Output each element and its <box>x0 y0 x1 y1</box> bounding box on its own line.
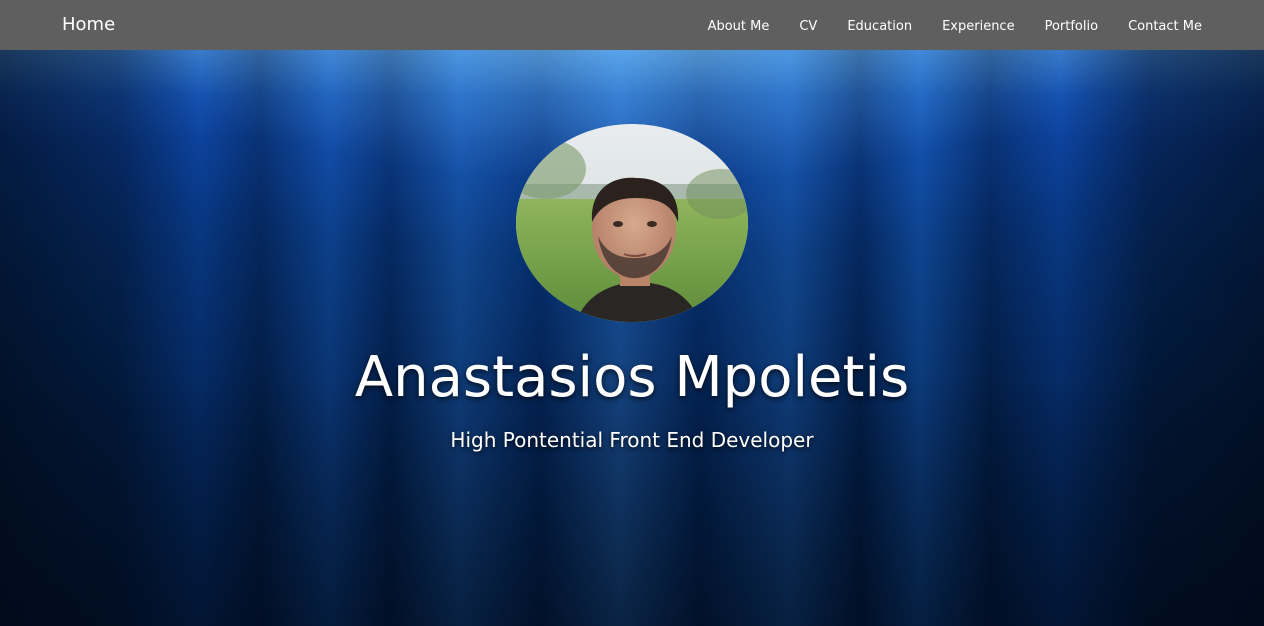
navbar: Home About Me CV Education Experience Po… <box>0 0 1264 50</box>
nav-link-cv[interactable]: CV <box>799 19 817 34</box>
nav-item-portfolio: Portfolio <box>1045 15 1098 36</box>
nav-item-education: Education <box>847 15 912 36</box>
profile-photo <box>516 124 748 322</box>
nav-link-contact-me[interactable]: Contact Me <box>1128 19 1202 34</box>
home-link[interactable]: Home <box>62 13 115 37</box>
nav-link-experience[interactable]: Experience <box>942 19 1015 34</box>
nav-item-cv: CV <box>799 15 817 36</box>
nav-link-education[interactable]: Education <box>847 19 912 34</box>
hero-subtitle: High Pontential Front End Developer <box>450 428 814 452</box>
page: Home About Me CV Education Experience Po… <box>0 0 1264 626</box>
hero-name: Anastasios Mpoletis <box>354 345 910 410</box>
nav-item-experience: Experience <box>942 15 1015 36</box>
nav-link-about-me[interactable]: About Me <box>708 19 770 34</box>
nav-link-portfolio[interactable]: Portfolio <box>1045 19 1098 34</box>
nav-item-about-me: About Me <box>708 15 770 36</box>
nav-item-contact-me: Contact Me <box>1128 15 1202 36</box>
profile-photo-icon <box>516 124 748 322</box>
nav-menu: About Me CV Education Experience Portfol… <box>678 0 1202 50</box>
